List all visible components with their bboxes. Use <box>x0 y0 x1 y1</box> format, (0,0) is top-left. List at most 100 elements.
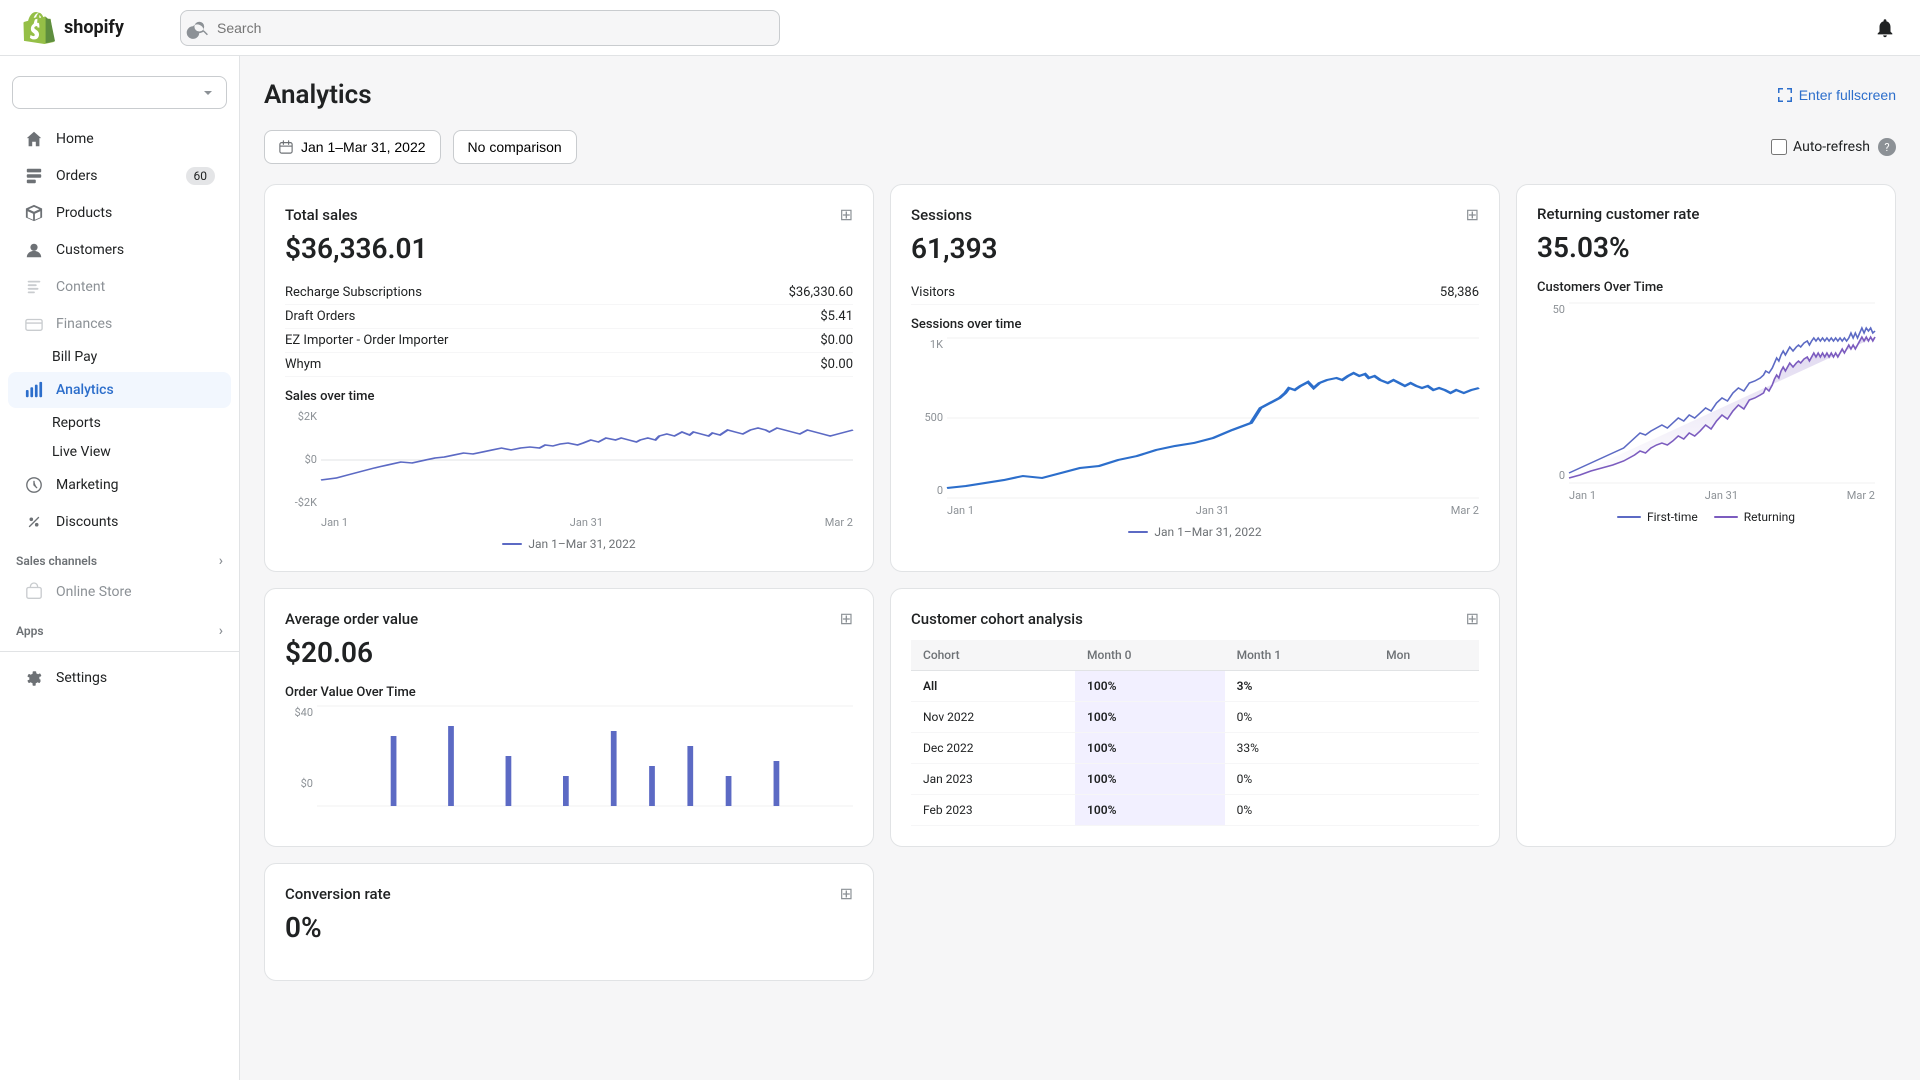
ts-row0-label: Recharge Subscriptions <box>285 285 422 300</box>
cohort-all-m1: 3% <box>1225 671 1375 702</box>
cohort-jan-m0: 100% <box>1075 764 1225 795</box>
sidebar-item-analytics[interactable]: Analytics <box>8 372 231 408</box>
total-sales-row-1: Draft Orders $5.41 <box>285 305 853 329</box>
sidebar-item-customers[interactable]: Customers <box>8 232 231 268</box>
sessions-legend: Jan 1–Mar 31, 2022 <box>911 525 1479 539</box>
aov-chart-label: Order Value Over Time <box>285 685 853 700</box>
aov-y-zero: $0 <box>285 777 313 790</box>
apps-chevron[interactable]: › <box>219 623 223 639</box>
sales-legend-label: Jan 1–Mar 31, 2022 <box>528 537 635 551</box>
rcr-x-axis: Jan 1 Jan 31 Mar 2 <box>1569 489 1875 502</box>
sales-legend-line <box>502 543 522 545</box>
auto-refresh-checkbox[interactable] <box>1771 139 1787 155</box>
auto-refresh-label: Auto-refresh <box>1793 139 1870 155</box>
cohort-jan-extra <box>1374 764 1479 795</box>
ts-x2: Mar 2 <box>825 516 853 529</box>
total-sales-header: Total sales ⊞ <box>285 205 853 224</box>
sidebar-item-liveview[interactable]: Live View <box>8 438 231 466</box>
rcr-legend-returning-label: Returning <box>1744 510 1795 524</box>
comparison-label: No comparison <box>468 139 562 155</box>
store-selector[interactable] <box>12 76 227 109</box>
sessions-x-axis: Jan 1 Jan 31 Mar 2 <box>947 504 1479 517</box>
sess-x0: Jan 1 <box>947 504 974 517</box>
sessions-visitors-row: Visitors 58,386 <box>911 281 1479 305</box>
search-bar[interactable] <box>180 10 780 46</box>
cohort-card-icon[interactable]: ⊞ <box>1466 609 1479 628</box>
finances-icon <box>24 314 44 334</box>
sess-y1: 500 <box>911 411 943 424</box>
sidebar-item-billpay[interactable]: Bill Pay <box>8 343 231 371</box>
cohort-jan-m1: 0% <box>1225 764 1375 795</box>
date-range-label: Jan 1–Mar 31, 2022 <box>301 139 426 155</box>
cohort-nov-extra <box>1374 702 1479 733</box>
rcr-legend-returning: Returning <box>1714 510 1795 524</box>
cohort-table: Cohort Month 0 Month 1 Mon All 100% 3% <box>911 640 1479 826</box>
sales-channels-chevron[interactable]: › <box>219 553 223 569</box>
aov-value: $20.06 <box>285 636 853 669</box>
sidebar-item-home[interactable]: Home <box>8 121 231 157</box>
cohort-title: Customer cohort analysis <box>911 610 1083 628</box>
rcr-legend: First-time Returning <box>1537 510 1875 524</box>
page-title: Analytics <box>264 80 372 110</box>
ts-row1-value: $5.41 <box>820 309 853 324</box>
cohort-feb-m0: 100% <box>1075 795 1225 826</box>
sidebar-item-settings[interactable]: Settings <box>8 660 231 696</box>
sidebar-item-online-store[interactable]: Online Store <box>8 574 231 610</box>
cohort-col-3: Mon <box>1374 640 1479 671</box>
fullscreen-button[interactable]: Enter fullscreen <box>1777 87 1896 103</box>
cr-card-icon[interactable]: ⊞ <box>840 884 853 903</box>
settings-label: Settings <box>56 670 107 686</box>
aov-header: Average order value ⊞ <box>285 609 853 628</box>
cohort-feb-m1: 0% <box>1225 795 1375 826</box>
cohort-row-dec: Dec 2022 100% 33% <box>911 733 1479 764</box>
sess-y0: 1K <box>911 338 943 351</box>
store-name <box>25 85 28 100</box>
help-icon[interactable]: ? <box>1878 138 1896 156</box>
aov-y-max: $40 <box>285 706 313 719</box>
sessions-chart-label: Sessions over time <box>911 317 1479 332</box>
cohort-col-0: Cohort <box>911 640 1075 671</box>
cohort-dec-extra <box>1374 733 1479 764</box>
date-range-button[interactable]: Jan 1–Mar 31, 2022 <box>264 130 441 164</box>
layout: Home Orders 60 Products Customers <box>0 56 1920 1080</box>
home-icon <box>24 129 44 149</box>
products-icon <box>24 203 44 223</box>
sales-channels-label: Sales channels <box>16 554 97 568</box>
comparison-button[interactable]: No comparison <box>453 130 577 164</box>
sidebar-item-products[interactable]: Products <box>8 195 231 231</box>
cohort-col-1: Month 0 <box>1075 640 1225 671</box>
cohort-nov-m1: 0% <box>1225 702 1375 733</box>
sidebar-item-discounts[interactable]: Discounts <box>8 504 231 540</box>
conversion-rate-card: Conversion rate ⊞ 0% <box>264 863 874 981</box>
cohort-all-extra <box>1374 671 1479 702</box>
sidebar-item-orders[interactable]: Orders 60 <box>8 158 231 194</box>
home-label: Home <box>56 131 94 147</box>
cohort-dec-m1: 33% <box>1225 733 1375 764</box>
sessions-card-icon[interactable]: ⊞ <box>1466 205 1479 224</box>
total-sales-title: Total sales <box>285 206 358 224</box>
cohort-card: Customer cohort analysis ⊞ Cohort Month … <box>890 588 1500 847</box>
calendar-icon <box>279 140 293 154</box>
apps-label: Apps <box>16 624 44 638</box>
sidebar-item-finances[interactable]: Finances <box>8 306 231 342</box>
orders-icon <box>24 166 44 186</box>
cohort-jan-label: Jan 2023 <box>911 764 1075 795</box>
search-input[interactable] <box>217 20 767 36</box>
ts-row2-label: EZ Importer - Order Importer <box>285 333 448 348</box>
search-icon <box>193 20 209 36</box>
ts-row1-label: Draft Orders <box>285 309 355 324</box>
sidebar-item-content[interactable]: Content <box>8 269 231 305</box>
sidebar-item-marketing[interactable]: Marketing <box>8 467 231 503</box>
notification-icon[interactable] <box>1874 17 1896 39</box>
finances-label: Finances <box>56 316 112 332</box>
ts-row3-label: Whym <box>285 357 321 372</box>
sidebar-item-reports[interactable]: Reports <box>8 409 231 437</box>
content-icon <box>24 277 44 297</box>
settings-icon <box>24 668 44 688</box>
total-sales-icon[interactable]: ⊞ <box>840 205 853 224</box>
shopify-logo-icon <box>24 12 56 44</box>
aov-card-icon[interactable]: ⊞ <box>840 609 853 628</box>
orders-badge: 60 <box>186 167 216 185</box>
cohort-feb-extra <box>1374 795 1479 826</box>
online-store-icon <box>24 582 44 602</box>
